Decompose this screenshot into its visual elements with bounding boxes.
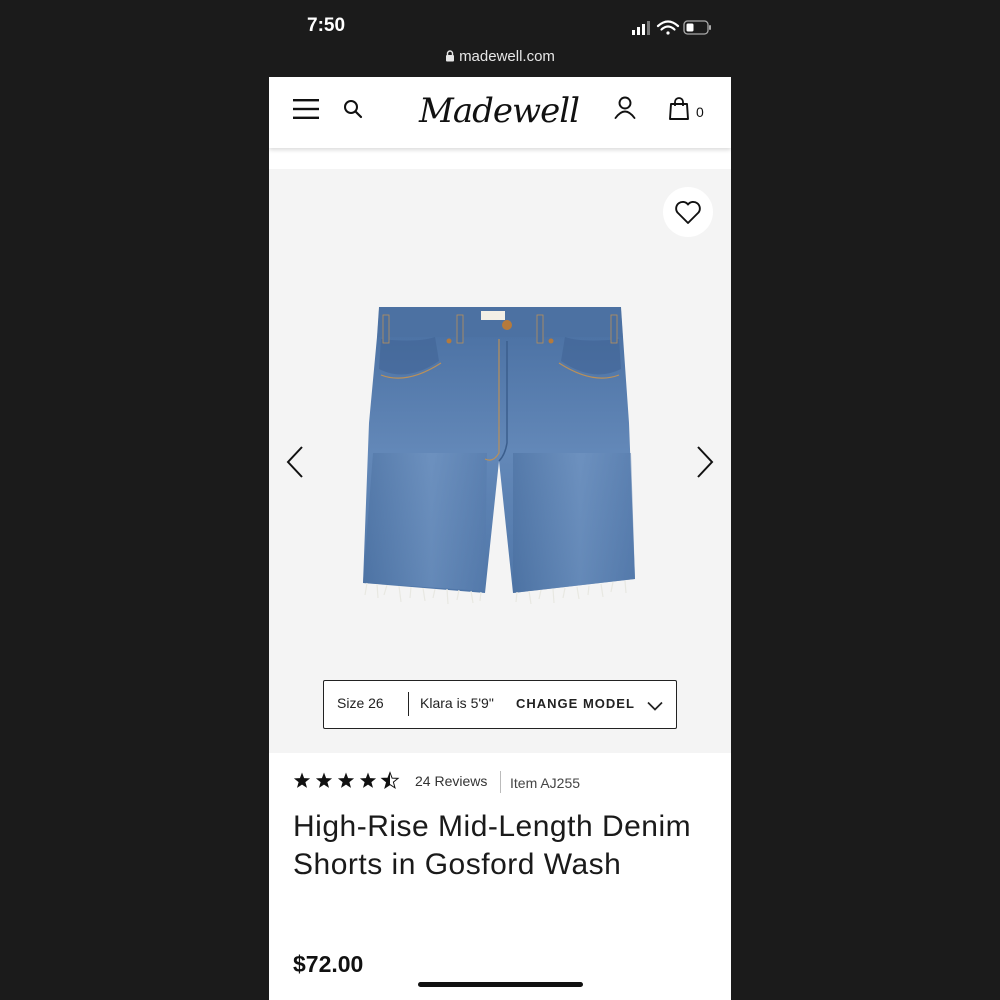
product-gallery[interactable]: Size 26 Klara is 5'9" CHANGE MODEL [269,169,731,753]
cart-count: 0 [696,104,704,120]
status-time: 7:50 [307,15,346,36]
change-model-selector[interactable]: Size 26 Klara is 5'9" CHANGE MODEL [323,680,677,729]
home-indicator[interactable] [418,982,583,987]
product-title: High-Rise Mid-Length Denim Shorts in Gos… [293,810,692,881]
phone-screen: Madewell 0 Size 26 Klara is 5'9" CHANGE … [269,77,731,1000]
star-1 [293,772,311,788]
site-header: Madewell 0 [269,77,731,148]
battery-icon [683,20,711,35]
account-icon[interactable] [614,96,636,125]
product-price: $72.00 [293,951,364,977]
menu-icon[interactable] [293,98,319,125]
search-icon[interactable] [343,99,363,124]
lock-icon [445,49,455,66]
star-3 [337,772,355,788]
wishlist-button[interactable] [663,187,713,237]
item-number: Item AJ255 [510,775,581,791]
url-text: madewell.com [459,48,555,65]
product-image [357,303,637,638]
heart-icon [674,199,702,225]
prev-image-arrow[interactable] [285,445,305,484]
chevron-down-icon [647,698,663,714]
status-icons [632,18,712,38]
next-image-arrow[interactable] [695,445,715,484]
signal-icon [632,21,650,35]
madewell-logo[interactable]: Madewell [419,85,580,137]
reviews-link[interactable]: 24 Reviews [415,773,487,789]
model-divider [408,692,409,716]
change-model-label: CHANGE MODEL [516,696,635,711]
star-rating[interactable] [293,771,405,796]
rating-row: 24 Reviews Item AJ255 [293,771,713,793]
url-bar[interactable]: madewell.com [0,48,1000,66]
rating-divider [500,771,501,793]
model-size: Size 26 [337,695,384,711]
star-4 [359,772,377,788]
model-info: Klara is 5'9" [420,695,494,711]
star-5 [380,771,400,790]
shopping-bag-icon[interactable] [669,97,689,126]
wifi-icon [656,20,680,35]
star-2 [315,772,333,788]
